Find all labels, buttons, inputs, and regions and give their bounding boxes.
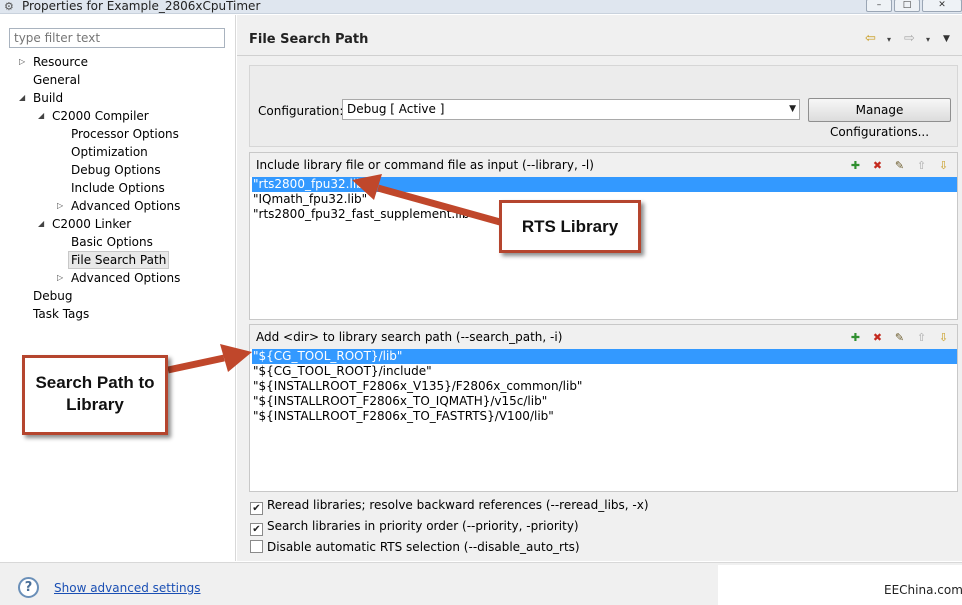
- show-advanced-settings-link[interactable]: Show advanced settings: [54, 581, 201, 595]
- checkbox-row[interactable]: ✔ Search libraries in priority order (--p…: [250, 518, 579, 536]
- checkbox-label: Disable automatic RTS selection (--disab…: [267, 540, 580, 554]
- delete-icon[interactable]: ✖: [870, 330, 885, 345]
- tree-twisty-icon[interactable]: ◢: [38, 107, 44, 125]
- tree-item[interactable]: C2000 Linker: [52, 215, 131, 233]
- back-arrow-icon[interactable]: ⇦: [865, 31, 876, 46]
- tree-twisty-icon[interactable]: ◢: [19, 89, 25, 107]
- add-icon[interactable]: ✚: [848, 158, 863, 173]
- checkbox-row[interactable]: ✔ Reread libraries; resolve backward refe…: [250, 497, 649, 515]
- tree-item[interactable]: Optimization: [71, 143, 148, 161]
- property-tree-panel: ▷ResourceGeneral◢Build◢C2000 CompilerPro…: [0, 15, 236, 561]
- tree-twisty-icon[interactable]: ▷: [57, 197, 63, 215]
- tree-twisty-icon[interactable]: ▷: [19, 53, 25, 71]
- list-item[interactable]: "${INSTALLROOT_F2806x_TO_FASTRTS}/V100/l…: [252, 409, 957, 424]
- property-page: File Search Path ⇦ ▾ ⇨ ▾ ▼ Configuration…: [237, 15, 962, 561]
- configuration-select[interactable]: Debug [ Active ] ▼: [342, 99, 800, 120]
- checkbox-label: Reread libraries; resolve backward refer…: [267, 498, 649, 512]
- tree-item[interactable]: Include Options: [71, 179, 165, 197]
- tree-twisty-icon[interactable]: ▷: [57, 269, 63, 287]
- search-path-group: Add <dir> to library search path (--sear…: [249, 324, 958, 492]
- tree-item[interactable]: Processor Options: [71, 125, 179, 143]
- checkbox[interactable]: [250, 540, 263, 553]
- delete-icon[interactable]: ✖: [870, 158, 885, 173]
- header-divider: [237, 55, 962, 56]
- move-down-icon[interactable]: ⇩: [936, 330, 951, 345]
- watermark: EEChina.com: [884, 583, 962, 597]
- back-menu-icon[interactable]: ▾: [887, 35, 891, 44]
- tree-item[interactable]: Debug Options: [71, 161, 161, 179]
- maximize-button[interactable]: □: [894, 0, 920, 12]
- forward-menu-icon[interactable]: ▾: [926, 35, 930, 44]
- tree-item[interactable]: General: [33, 71, 80, 89]
- filter-input[interactable]: [9, 28, 225, 48]
- rts-library-callout: RTS Library: [499, 200, 641, 253]
- tree-item[interactable]: File Search Path: [68, 251, 170, 269]
- configuration-value: Debug [ Active ]: [347, 102, 445, 116]
- search-path-label: Add <dir> to library search path (--sear…: [256, 330, 563, 344]
- page-title: File Search Path: [249, 32, 369, 47]
- list-item[interactable]: "rts2800_fpu32.lib": [252, 177, 957, 192]
- tree-item[interactable]: Resource: [33, 53, 88, 71]
- checkbox-row[interactable]: Disable automatic RTS selection (--disab…: [250, 539, 580, 555]
- list-item[interactable]: "${INSTALLROOT_F2806x_TO_IQMATH}/v15c/li…: [252, 394, 957, 409]
- edit-icon[interactable]: ✎: [892, 330, 907, 345]
- minimize-button[interactable]: –: [866, 0, 892, 12]
- search-path-callout-line1: Search Path to: [35, 373, 155, 392]
- search-path-header: Add <dir> to library search path (--sear…: [250, 325, 957, 349]
- tree-item[interactable]: Build: [33, 89, 63, 107]
- forward-arrow-icon[interactable]: ⇨: [904, 31, 915, 46]
- list-item[interactable]: "${INSTALLROOT_F2806x_V135}/F2806x_commo…: [252, 379, 957, 394]
- configuration-label: Configuration:: [258, 104, 344, 118]
- close-button[interactable]: ✕: [922, 0, 962, 12]
- tree-item[interactable]: Debug: [33, 287, 72, 305]
- app-icon: ⚙: [4, 0, 14, 13]
- library-files-label: Include library file or command file as …: [256, 158, 594, 172]
- configuration-group: Configuration: Debug [ Active ] ▼ Manage…: [249, 65, 958, 147]
- manage-configurations-button[interactable]: Manage Configurations...: [808, 98, 951, 139]
- tree-item[interactable]: Advanced Options: [71, 197, 180, 215]
- tree-item[interactable]: C2000 Compiler: [52, 107, 149, 125]
- tree-item[interactable]: Task Tags: [33, 305, 89, 323]
- checkbox-label: Search libraries in priority order (--pr…: [267, 519, 579, 533]
- chevron-down-icon[interactable]: ▼: [789, 100, 796, 119]
- search-path-callout: Search Path to Library: [22, 355, 168, 435]
- help-icon[interactable]: ?: [18, 577, 39, 598]
- move-down-icon[interactable]: ⇩: [936, 158, 951, 173]
- window-title: Properties for Example_2806xCpuTimer: [22, 0, 261, 13]
- edit-icon[interactable]: ✎: [892, 158, 907, 173]
- checkbox[interactable]: ✔: [250, 502, 263, 515]
- tree-item[interactable]: Advanced Options: [71, 269, 180, 287]
- add-icon[interactable]: ✚: [848, 330, 863, 345]
- view-menu-icon[interactable]: ▼: [943, 34, 950, 44]
- move-up-icon[interactable]: ⇧: [914, 158, 929, 173]
- list-item[interactable]: "${CG_TOOL_ROOT}/include": [252, 364, 957, 379]
- checkbox[interactable]: ✔: [250, 523, 263, 536]
- library-files-header: Include library file or command file as …: [250, 153, 957, 177]
- move-up-icon[interactable]: ⇧: [914, 330, 929, 345]
- search-path-callout-line2: Library: [66, 395, 124, 414]
- title-bar: ⚙ Properties for Example_2806xCpuTimer –…: [0, 0, 962, 14]
- list-item[interactable]: "${CG_TOOL_ROOT}/lib": [252, 349, 957, 364]
- tree-item[interactable]: Basic Options: [71, 233, 153, 251]
- tree-twisty-icon[interactable]: ◢: [38, 215, 44, 233]
